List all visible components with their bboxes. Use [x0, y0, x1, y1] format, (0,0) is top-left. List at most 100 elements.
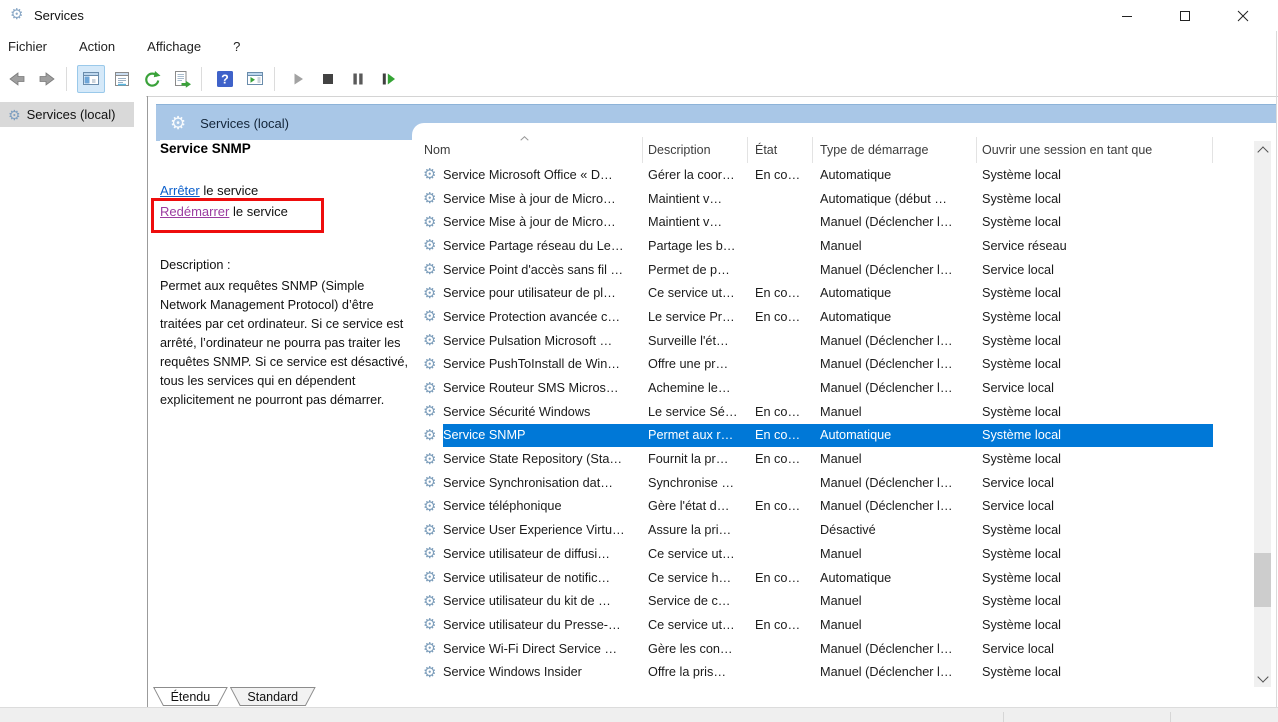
table-row[interactable]: ⚙Service State Repository (Sta…Fournit l…: [412, 447, 1257, 471]
cell-name: Service Point d'accès sans fil …: [443, 263, 648, 277]
table-row[interactable]: ⚙Service Wi-Fi Direct Service …Gère les …: [412, 637, 1257, 661]
column-header-description[interactable]: Description: [643, 137, 748, 163]
cell-etat: En co…: [755, 499, 820, 513]
show-action-pane-icon[interactable]: [242, 66, 268, 92]
column-header-etat[interactable]: État: [748, 137, 813, 163]
table-row[interactable]: ⚙Service Protection avancée c…Le service…: [412, 305, 1257, 329]
cell-etat: En co…: [755, 405, 820, 419]
table-row[interactable]: ⚙Service utilisateur de notific…Ce servi…: [412, 566, 1257, 590]
scrollbar-thumb[interactable]: [1254, 553, 1271, 607]
cell-session: Système local: [982, 215, 1213, 229]
cell-session: Service local: [982, 642, 1213, 656]
table-row[interactable]: ⚙Service Partage réseau du Le…Partage le…: [412, 234, 1257, 258]
cell-name: Service Windows Insider: [443, 665, 648, 679]
table-row[interactable]: ⚙Service User Experience Virtu…Assure la…: [412, 518, 1257, 542]
table-row[interactable]: ⚙Service PushToInstall de Win…Offre une …: [412, 353, 1257, 377]
cell-session: Système local: [982, 405, 1213, 419]
cell-type-demarrage: Automatique: [820, 286, 982, 300]
cell-description: Fournit la pr…: [648, 452, 755, 466]
forward-icon[interactable]: [34, 66, 60, 92]
table-row[interactable]: ⚙Service Sécurité WindowsLe service Sé…E…: [412, 400, 1257, 424]
close-button[interactable]: [1220, 0, 1266, 31]
cell-description: Achemine le…: [648, 381, 755, 395]
maximize-button[interactable]: [1162, 0, 1208, 31]
red-annotation-box: [151, 198, 324, 233]
cell-name: Service PushToInstall de Win…: [443, 357, 648, 371]
cell-type-demarrage: Manuel (Déclencher l…: [820, 357, 982, 371]
scroll-up-icon[interactable]: [1254, 141, 1271, 158]
minimize-button[interactable]: [1104, 0, 1150, 31]
scroll-down-icon[interactable]: [1254, 670, 1271, 687]
service-gear-icon: ⚙: [412, 523, 443, 538]
pause-service-icon[interactable]: [345, 66, 371, 92]
table-row[interactable]: ⚙Service Microsoft Office « D…Gérer la c…: [412, 163, 1257, 187]
table-row[interactable]: ⚙Service Mise à jour de Micro…Maintient …: [412, 187, 1257, 211]
cell-name: Service utilisateur de notific…: [443, 571, 648, 585]
maximize-icon: [1179, 10, 1191, 22]
refresh-icon[interactable]: [139, 66, 165, 92]
help-icon[interactable]: ?: [212, 66, 238, 92]
cell-description: Surveille l'ét…: [648, 334, 755, 348]
panel-divider[interactable]: [147, 96, 148, 707]
cell-session: Système local: [982, 452, 1213, 466]
export-list-icon[interactable]: [169, 66, 195, 92]
table-row[interactable]: ⚙Service SNMPPermet aux r…En co…Automati…: [412, 424, 1257, 448]
stop-service-icon[interactable]: [315, 66, 341, 92]
column-header-type-demarrage[interactable]: Type de démarrage: [813, 137, 977, 163]
service-gear-icon: ⚙: [412, 191, 443, 206]
service-gear-icon: ⚙: [412, 428, 443, 443]
cell-name: Service Microsoft Office « D…: [443, 168, 648, 182]
menu-fichier[interactable]: Fichier: [0, 34, 59, 59]
menu-action[interactable]: Action: [67, 34, 127, 59]
cell-session: Système local: [982, 168, 1213, 182]
service-gear-icon: ⚙: [412, 546, 443, 561]
cell-etat: En co…: [755, 452, 820, 466]
show-console-tree-icon[interactable]: [77, 65, 105, 93]
cell-type-demarrage: Manuel: [820, 594, 982, 608]
cell-etat: En co…: [755, 428, 820, 442]
stop-service-link[interactable]: Arrêter: [160, 183, 200, 198]
table-row[interactable]: ⚙Service Routeur SMS Micros…Achemine le……: [412, 376, 1257, 400]
cell-type-demarrage: Automatique: [820, 428, 982, 442]
menu-bar: Fichier Action Affichage ?: [0, 31, 1278, 61]
description-text: Permet aux requêtes SNMP (Simple Network…: [160, 277, 414, 410]
service-gear-icon: ⚙: [412, 452, 443, 467]
cell-name: Service Mise à jour de Micro…: [443, 192, 648, 206]
window-right-border: [1276, 31, 1277, 707]
table-row[interactable]: ⚙Service Mise à jour de Micro…Maintient …: [412, 210, 1257, 234]
table-row[interactable]: ⚙Service Point d'accès sans fil …Permet …: [412, 258, 1257, 282]
restart-service-icon[interactable]: [375, 66, 401, 92]
cell-type-demarrage: Automatique: [820, 571, 982, 585]
menu-help[interactable]: ?: [221, 34, 252, 59]
cell-session: Système local: [982, 523, 1213, 537]
table-row[interactable]: ⚙Service Synchronisation dat…Synchronise…: [412, 471, 1257, 495]
start-service-icon[interactable]: [285, 66, 311, 92]
cell-type-demarrage: Manuel (Déclencher l…: [820, 476, 982, 490]
cell-type-demarrage: Manuel (Déclencher l…: [820, 499, 982, 513]
cell-session: Service réseau: [982, 239, 1213, 253]
cell-type-demarrage: Manuel: [820, 452, 982, 466]
service-table-body: ⚙Service Microsoft Office « D…Gérer la c…: [412, 163, 1257, 685]
table-row[interactable]: ⚙Service Pulsation Microsoft …Surveille …: [412, 329, 1257, 353]
cell-name: Service Partage réseau du Le…: [443, 239, 648, 253]
table-row[interactable]: ⚙Service Windows InsiderOffre la pris…Ma…: [412, 660, 1257, 684]
properties-icon[interactable]: [109, 66, 135, 92]
bottom-strip: [0, 707, 1278, 722]
vertical-scrollbar[interactable]: [1254, 141, 1271, 687]
table-row[interactable]: ⚙Service utilisateur du Presse-…Ce servi…: [412, 613, 1257, 637]
cell-description: Maintient v…: [648, 215, 755, 229]
tab-standard[interactable]: Standard: [230, 687, 316, 706]
column-header-session[interactable]: Ouvrir une session en tant que: [977, 137, 1213, 163]
back-icon[interactable]: [4, 66, 30, 92]
table-row[interactable]: ⚙Service utilisateur de diffusi…Ce servi…: [412, 542, 1257, 566]
tree-item-services-local[interactable]: ⚙ Services (local): [0, 102, 134, 127]
table-row[interactable]: ⚙Service pour utilisateur de pl…Ce servi…: [412, 281, 1257, 305]
toolbar-separator: [201, 67, 202, 91]
cell-name: Service SNMP: [443, 428, 648, 442]
tab-etendu[interactable]: Étendu: [153, 687, 228, 706]
cell-session: Service local: [982, 263, 1213, 277]
table-row[interactable]: ⚙Service téléphoniqueGère l'état d…En co…: [412, 495, 1257, 519]
menu-affichage[interactable]: Affichage: [135, 34, 213, 59]
table-row[interactable]: ⚙Service utilisateur du kit de …Service …: [412, 589, 1257, 613]
service-gear-icon: ⚙: [412, 262, 443, 277]
